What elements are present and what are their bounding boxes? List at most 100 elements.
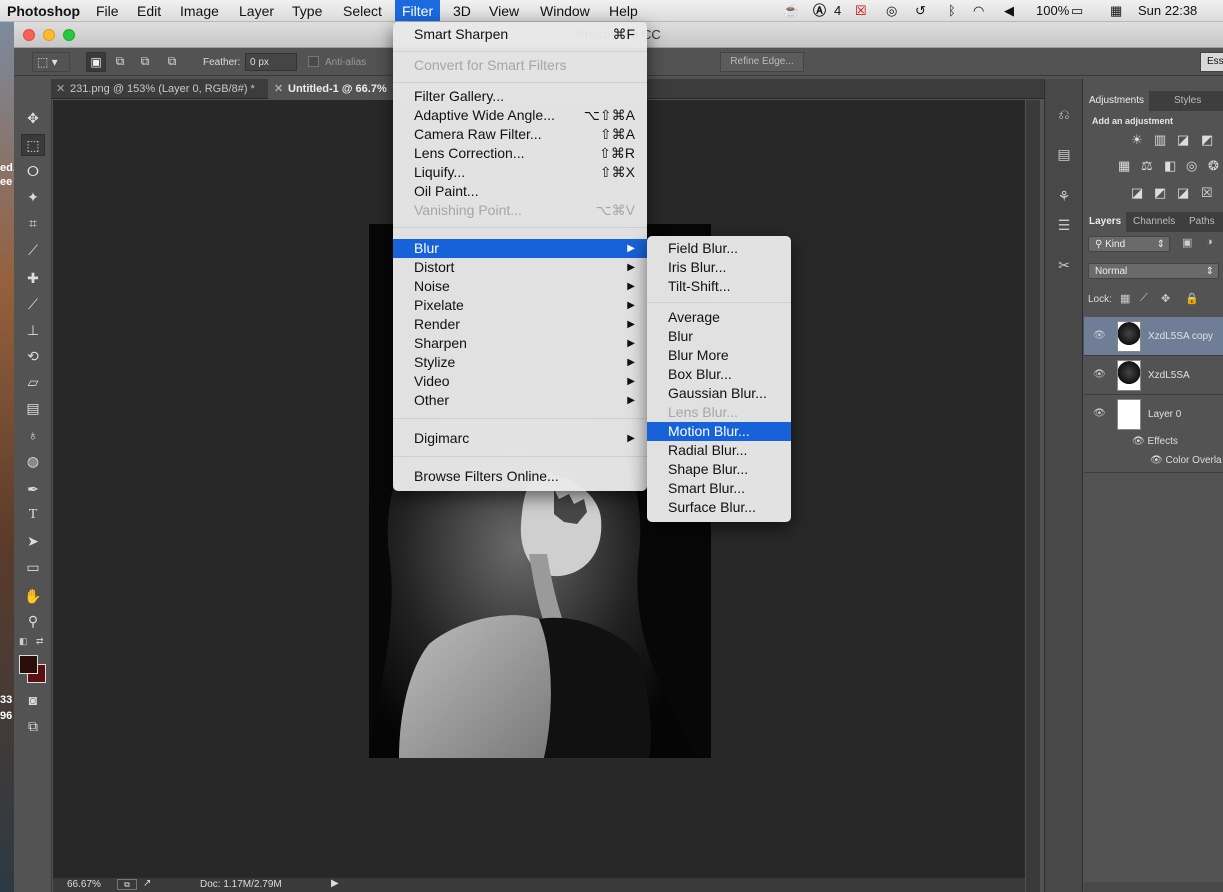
menu-item-noise[interactable]: Noise ▶ [393, 277, 647, 296]
gradient-tool-icon[interactable]: ▤ [21, 397, 45, 419]
rectangle-tool-icon[interactable]: ▭ [21, 556, 45, 578]
zoom-tool-icon[interactable]: ⚲ [21, 610, 45, 632]
marquee-preset-picker[interactable]: ⬚ ▾ [32, 52, 70, 72]
battery-icon[interactable]: ▭ [1071, 0, 1083, 21]
submenu-item-average[interactable]: Average [647, 308, 791, 327]
menu-view[interactable]: View [482, 0, 526, 21]
export-icon[interactable]: ↗ [143, 878, 151, 889]
path-selection-tool-icon[interactable]: ➤ [21, 530, 45, 552]
menu-item-blur[interactable]: Blur ▶ [393, 239, 647, 258]
magic-wand-tool-icon[interactable]: ✦ [21, 186, 45, 208]
submenu-item-radial-blur[interactable]: Radial Blur... [647, 441, 791, 460]
color-balance-icon[interactable]: ⚖ [1141, 158, 1153, 174]
menu-help[interactable]: Help [602, 0, 645, 21]
eyedropper-tool-icon[interactable]: ⟋ [21, 239, 45, 261]
visibility-eye-icon[interactable]: 👁 [1093, 369, 1106, 380]
submenu-item-motion-blur[interactable]: Motion Blur... [647, 422, 791, 441]
adobe-icon[interactable]: Ⓐ [813, 0, 826, 21]
status-menu-arrow-icon[interactable]: ▶ [331, 878, 339, 889]
filter-image-icon[interactable]: ▣ [1182, 236, 1192, 249]
properties-panel-icon[interactable]: ▤ [1053, 143, 1075, 165]
time-machine-icon[interactable]: ↺ [915, 0, 926, 21]
history-panel-icon[interactable]: ⎌ [1053, 103, 1075, 125]
tab-paths[interactable]: Paths [1184, 212, 1220, 232]
eraser-tool-icon[interactable]: ▱ [21, 371, 45, 393]
channel-mixer-icon[interactable]: ❂ [1208, 158, 1219, 174]
menu-item-camera-raw[interactable]: Camera Raw Filter... ⇧⌘A [393, 125, 647, 144]
layer-row-layer-0[interactable]: 👁 Layer 0 [1084, 395, 1223, 434]
creative-cloud-icon[interactable]: ◎ [886, 0, 897, 21]
menu-select[interactable]: Select [336, 0, 389, 21]
quick-mask-icon[interactable]: ◙ [21, 689, 45, 711]
menu-item-smart-sharpen[interactable]: Smart Sharpen ⌘F [393, 25, 647, 44]
marquee-tool-icon[interactable]: ⬚ [21, 134, 45, 156]
type-tool-icon[interactable]: T [21, 504, 45, 526]
menu-item-pixelate[interactable]: Pixelate ▶ [393, 296, 647, 315]
lock-position-icon[interactable]: ✥ [1161, 292, 1170, 305]
menu-window[interactable]: Window [533, 0, 597, 21]
lock-all-icon[interactable]: 🔒 [1185, 292, 1199, 305]
default-colors-icon[interactable]: ◧ [19, 636, 28, 647]
menu-image[interactable]: Image [173, 0, 226, 21]
workspace-switcher[interactable]: Esse [1200, 52, 1223, 72]
move-tool-icon[interactable]: ✥ [21, 107, 45, 129]
swap-colors-icon[interactable]: ⇄ [36, 636, 44, 647]
coffee-icon[interactable]: ☕ [783, 0, 799, 21]
submenu-item-iris-blur[interactable]: Iris Blur... [647, 258, 791, 277]
close-icon[interactable]: ✕ [274, 79, 283, 99]
menu-item-digimarc[interactable]: Digimarc ▶ [393, 429, 647, 448]
submenu-item-blur[interactable]: Blur [647, 327, 791, 346]
menu-item-other[interactable]: Other ▶ [393, 391, 647, 410]
close-icon[interactable]: ✕ [56, 79, 65, 99]
layer-effects-row[interactable]: 👁 Effects [1132, 436, 1178, 447]
menu-item-render[interactable]: Render ▶ [393, 315, 647, 334]
tab-adjustments[interactable]: Adjustments [1084, 91, 1150, 111]
brightness-icon[interactable]: ☀ [1131, 132, 1143, 148]
menu-item-lens-correction[interactable]: Lens Correction... ⇧⌘R [393, 144, 647, 163]
dodge-tool-icon[interactable]: ◍ [21, 450, 45, 472]
layer-row-xzdl5sa-copy[interactable]: 👁 XzdL5SA copy [1084, 317, 1223, 356]
tab-231png[interactable]: ✕ 231.png @ 153% (Layer 0, RGB/8#) * [50, 79, 260, 99]
lock-transparency-icon[interactable]: ▦ [1120, 292, 1130, 305]
filter-adjustment-icon[interactable]: ◑ [1206, 236, 1213, 248]
layer-filter-kind[interactable]: ⚲ Kind ⇕ [1088, 236, 1170, 252]
feather-input[interactable]: 0 px [245, 53, 297, 71]
clock-datetime[interactable]: Sun 22:38 [1138, 0, 1197, 21]
subtract-selection-icon[interactable]: ⧉ [135, 52, 155, 72]
photo-filter-icon[interactable]: ◎ [1186, 158, 1197, 174]
hand-tool-icon[interactable]: ✋ [21, 585, 45, 607]
tab-layers[interactable]: Layers [1084, 212, 1127, 232]
intersect-selection-icon[interactable]: ⧉ [162, 52, 182, 72]
menu-item-sharpen[interactable]: Sharpen ▶ [393, 334, 647, 353]
tab-styles[interactable]: Styles [1169, 91, 1206, 111]
healing-brush-tool-icon[interactable]: ✚ [21, 267, 45, 289]
menu-layer[interactable]: Layer [232, 0, 281, 21]
submenu-item-tilt-shift[interactable]: Tilt-Shift... [647, 277, 791, 296]
black-white-icon[interactable]: ◧ [1164, 158, 1176, 174]
close-box-icon[interactable]: ☒ [855, 0, 867, 21]
foreground-color-swatch[interactable] [19, 655, 38, 674]
tab-channels[interactable]: Channels [1128, 212, 1180, 232]
zoom-level[interactable]: 66.67% [67, 879, 101, 890]
posterize-icon[interactable]: ◩ [1154, 185, 1166, 201]
submenu-item-blur-more[interactable]: Blur More [647, 346, 791, 365]
bluetooth-icon[interactable]: ᛒ [948, 0, 956, 21]
brush-panel-icon[interactable]: ⚘ [1053, 185, 1075, 207]
menu-app-photoshop[interactable]: Photoshop [0, 0, 87, 21]
tab-untitled-1[interactable]: ✕ Untitled-1 @ 66.7% [268, 79, 398, 99]
invert-icon[interactable]: ◪ [1131, 185, 1143, 201]
brush-presets-icon[interactable]: ☰ [1053, 214, 1075, 236]
menu-item-video[interactable]: Video ▶ [393, 372, 647, 391]
levels-icon[interactable]: ▥ [1154, 132, 1166, 148]
menu-item-stylize[interactable]: Stylize ▶ [393, 353, 647, 372]
selective-color-icon[interactable]: ☒ [1201, 185, 1213, 201]
submenu-item-gaussian-blur[interactable]: Gaussian Blur... [647, 384, 791, 403]
blur-tool-icon[interactable]: ♁ [21, 424, 45, 446]
pen-tool-icon[interactable]: ✒ [21, 478, 45, 500]
vibrance-icon[interactable]: ▦ [1118, 158, 1130, 174]
submenu-item-smart-blur[interactable]: Smart Blur... [647, 479, 791, 498]
brush-tool-icon[interactable]: ⟋ [21, 293, 45, 315]
tool-presets-icon[interactable]: ✂ [1053, 254, 1075, 276]
menu-item-browse-filters-online[interactable]: Browse Filters Online... [393, 467, 647, 486]
submenu-item-shape-blur[interactable]: Shape Blur... [647, 460, 791, 479]
